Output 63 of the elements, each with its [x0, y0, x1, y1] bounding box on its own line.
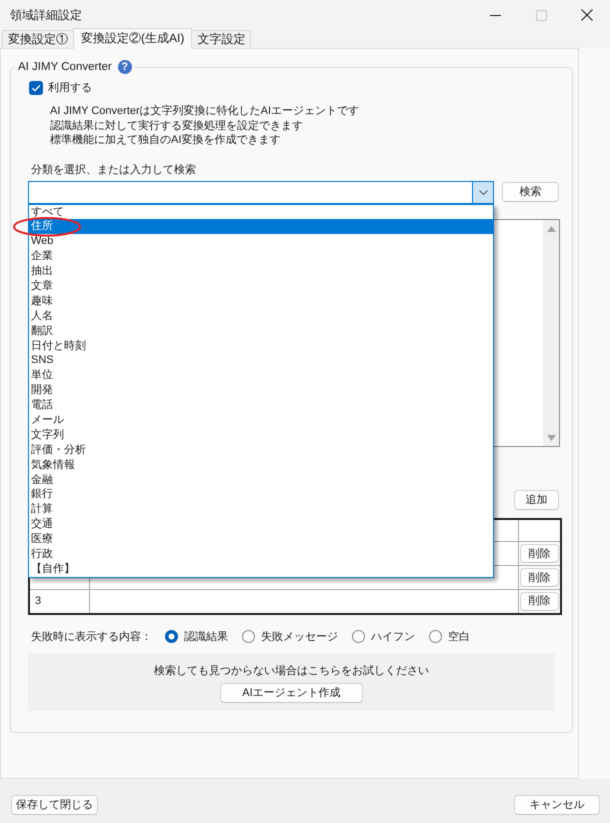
dropdown-item[interactable]: 評価・分析 [29, 442, 493, 458]
dropdown-item[interactable]: 計算 [29, 502, 493, 518]
dropdown-item[interactable]: 銀行 [29, 487, 493, 502]
close-icon[interactable] [581, 9, 593, 21]
scrollbar[interactable] [543, 220, 559, 446]
help-icon[interactable]: ? [118, 60, 132, 74]
create-agent-button[interactable]: AIエージェント作成 [220, 682, 363, 702]
tab[interactable]: 変換設定②(生成AI) [73, 28, 192, 49]
cancel-button[interactable]: キャンセル [514, 795, 600, 815]
delete-button[interactable]: 削除 [520, 592, 559, 611]
radio-button[interactable] [352, 630, 365, 643]
delete-button[interactable]: 削除 [520, 568, 559, 587]
search-label: 分類を選択、または入力して検索 [30, 162, 197, 176]
dropdown-item[interactable]: すべて [29, 204, 493, 220]
help-text: 検索しても見つからない場合はこちらをお試しください [153, 664, 430, 678]
scroll-up-icon[interactable] [546, 226, 556, 232]
window-title: 領域詳細設定 [9, 8, 83, 22]
dropdown-item[interactable]: 開発 [29, 383, 493, 398]
group-title: AI JIMY Converter [18, 60, 112, 74]
delete-button[interactable]: 削除 [520, 544, 559, 563]
tab[interactable]: 文字設定 [191, 30, 252, 48]
dropdown-item[interactable]: メール [29, 412, 493, 428]
dropdown-item[interactable]: 文章 [29, 278, 493, 294]
dropdown-item[interactable]: 交通 [29, 517, 493, 532]
dropdown-item[interactable]: 日付と時刻 [29, 338, 493, 354]
dropdown-item[interactable]: 文字列 [29, 428, 493, 443]
dropdown-item[interactable]: 人名 [29, 308, 493, 324]
radio-label[interactable]: ハイフン [371, 630, 415, 644]
dropdown-item[interactable]: 抽出 [29, 264, 493, 279]
radio-button[interactable] [429, 630, 442, 643]
search-button[interactable]: 検索 [502, 182, 559, 202]
checkbox-label: 利用する [48, 81, 92, 95]
add-button[interactable]: 追加 [514, 490, 559, 510]
dropdown-item[interactable]: 電話 [29, 398, 493, 413]
failure-display-label: 失敗時に表示する内容： [31, 630, 152, 644]
dropdown-item[interactable]: 企業 [29, 249, 493, 264]
dropdown-item[interactable]: 金融 [29, 472, 493, 488]
dropdown-item[interactable]: SNS [29, 353, 493, 368]
dropdown-item[interactable]: Web [29, 234, 493, 250]
dropdown-button[interactable] [472, 180, 494, 204]
radio-button[interactable] [165, 630, 178, 643]
dropdown-item[interactable]: 趣味 [29, 294, 493, 309]
dropdown-item[interactable]: 医療 [29, 532, 493, 547]
radio-label[interactable]: 認識結果 [184, 630, 228, 644]
dropdown-item[interactable]: 単位 [29, 368, 493, 384]
tab[interactable]: 変換設定① [2, 30, 74, 48]
dropdown-item[interactable]: 翻訳 [29, 324, 493, 339]
chevron-down-icon [478, 190, 488, 194]
combo-field[interactable] [28, 180, 472, 204]
description-text: AI JIMY Converterは文字列変換に特化したAIエージェントです [50, 104, 360, 118]
dropdown-item[interactable]: 【自作】 [29, 562, 493, 577]
scroll-down-icon[interactable] [546, 434, 556, 440]
dropdown-item[interactable]: 住所 [29, 219, 493, 234]
checkbox[interactable] [29, 81, 43, 95]
radio-button[interactable] [242, 630, 255, 643]
radio-label[interactable]: 失敗メッセージ [261, 630, 338, 644]
description-text: 標準機能に加えて独自のAI変換を作成できます [50, 133, 282, 148]
minimize-icon[interactable] [490, 14, 500, 16]
save-close-button[interactable]: 保存して閉じる [11, 795, 98, 815]
radio-label[interactable]: 空白 [448, 630, 470, 644]
dropdown-item[interactable]: 行政 [29, 546, 493, 562]
description-text: 認識結果に対して実行する変換処理を設定できます [50, 118, 304, 133]
dropdown-item[interactable]: 気象情報 [29, 458, 493, 473]
